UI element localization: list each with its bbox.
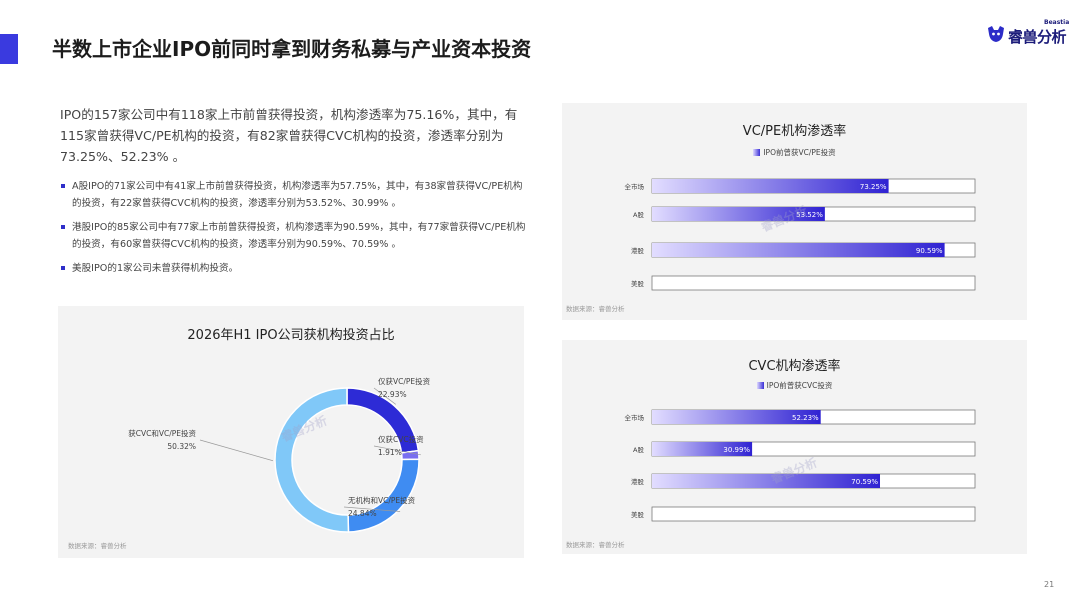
bar-category-label: 全市场 (625, 182, 645, 191)
title-accent-bar (0, 34, 18, 64)
bar-category-label: 美股 (631, 510, 645, 519)
bar-track (651, 506, 976, 522)
page-title: 半数上市企业IPO前同时拿到财务私募与产业资本投资 (52, 37, 532, 61)
slice-value-label: 1.91% (378, 448, 402, 457)
bar (652, 243, 945, 257)
bar (652, 474, 881, 488)
slice-value-label: 50.32% (167, 442, 196, 451)
logo-name: 睿兽分析 (1008, 28, 1067, 46)
intro-paragraph: IPO的157家公司中有118家上市前曾获得投资，机构渗透率为75.16%，其中… (60, 107, 518, 164)
slice-category-label: 获CVC和VC/PE投资 (128, 428, 196, 438)
donut-slice (274, 387, 350, 533)
leader-line (199, 439, 274, 462)
bullet-item: A股IPO的71家公司中有41家上市前曾获得投资，机构渗透率为57.75%，其中… (60, 178, 530, 212)
bar-category-label: A股 (633, 211, 644, 219)
slice-value-label: 24.84% (348, 509, 377, 518)
logo-subtitle: Beastia (1044, 19, 1070, 26)
bar-value-label: 73.25% (860, 183, 887, 191)
cvc-chart-panel: CVC机构渗透率 IPO前曾获CVC投资 全市场 52.23% A股 30.99% 港股… (562, 340, 1027, 554)
slice-category-label: 仅获VC/PE投资 (378, 376, 431, 386)
bar-category-label: 港股 (631, 246, 645, 255)
beast-logo-icon (988, 26, 1004, 42)
brand-logo: 睿兽分析 Beastia (986, 18, 1070, 48)
cvc-chart-source: 数据来源：睿兽分析 (566, 541, 625, 549)
page-number: 21 (1044, 580, 1055, 589)
bar-track (651, 275, 976, 291)
donut-chart-source: 数据来源：睿兽分析 (68, 542, 127, 550)
bar-category-label: 港股 (631, 477, 645, 486)
bar (652, 179, 889, 193)
slice-category-label: 仅获CVC投资 (378, 434, 424, 444)
bullet-list: A股IPO的71家公司中有41家上市前曾获得投资，机构渗透率为57.75%，其中… (60, 178, 530, 284)
bullet-item: 美股IPO的1家公司未曾获得机构投资。 (60, 260, 530, 277)
bar-category-label: 美股 (631, 279, 645, 288)
slice-category-label: 无机构和VC/PE投资 (348, 495, 416, 505)
vcpe-chart-source: 数据来源：睿兽分析 (566, 305, 625, 313)
cvc-bar-chart: 全市场 52.23% A股 30.99% 港股 70.59% 美股 (625, 409, 976, 522)
bar-value-label: 90.59% (916, 247, 943, 255)
slice-value-label: 22.93% (378, 390, 407, 399)
bar-value-label: 70.59% (851, 478, 878, 486)
bar-category-label: A股 (633, 446, 644, 454)
bar-category-label: 全市场 (625, 413, 645, 422)
bullet-item: 港股IPO的85家公司中有77家上市前曾获得投资，机构渗透率为90.59%，其中… (60, 219, 530, 253)
bar-value-label: 52.23% (792, 414, 819, 422)
bar-value-label: 30.99% (723, 446, 750, 454)
